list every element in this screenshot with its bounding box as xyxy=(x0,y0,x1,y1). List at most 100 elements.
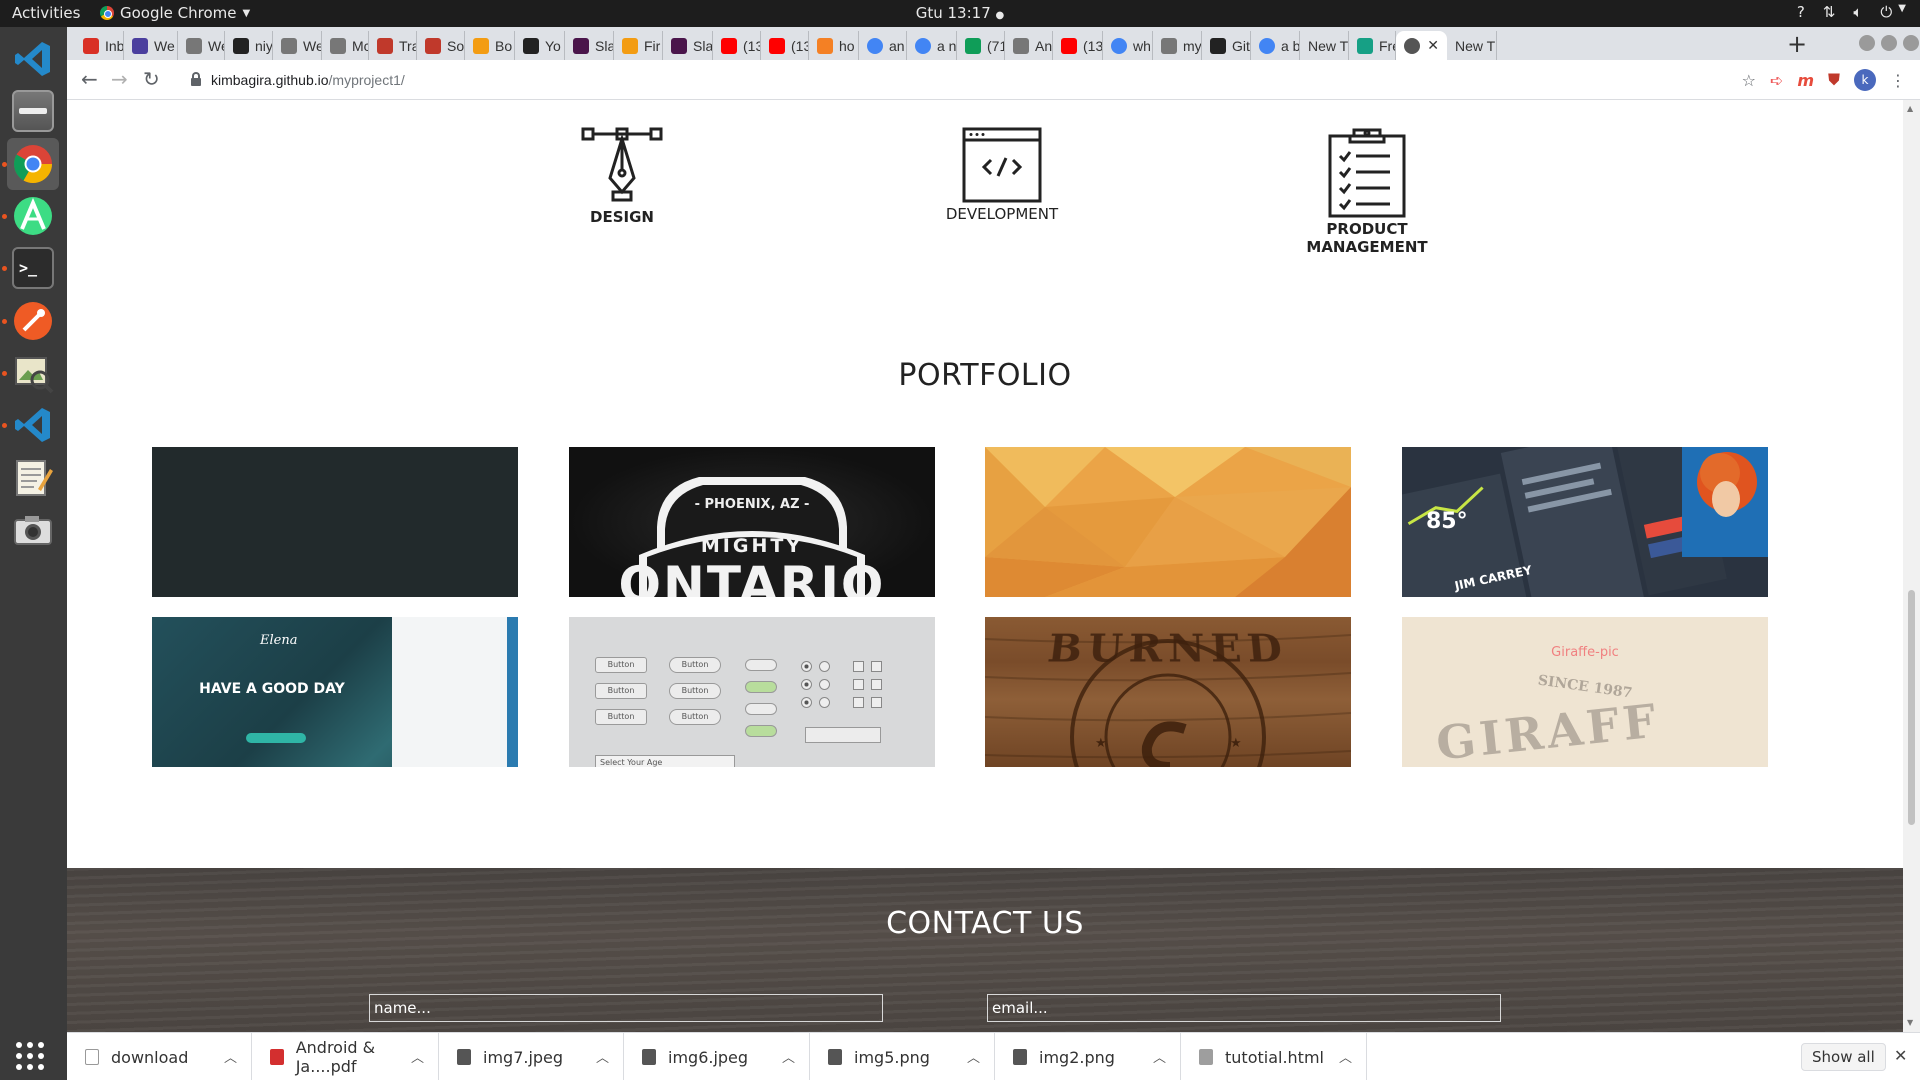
tab[interactable]: We xyxy=(178,31,225,60)
portfolio-tile-orange-polygon[interactable] xyxy=(985,447,1351,597)
portfolio-tile-ui-kit[interactable]: Button Button Button Button Button Button Sele… xyxy=(569,617,935,767)
tab-active[interactable]: ✕ xyxy=(1396,31,1447,60)
tab-label: Inb xyxy=(105,37,124,54)
download-item[interactable]: img6.jpeg ︿ xyxy=(624,1033,810,1080)
forward-button[interactable]: → xyxy=(111,67,128,91)
activities-button[interactable]: Activities xyxy=(12,4,80,22)
bookmark-star-icon[interactable]: ☆ xyxy=(1742,71,1756,90)
help-icon[interactable]: ? xyxy=(1797,3,1805,21)
portfolio-tile-dashboard-ui[interactable]: 85° JIM CARREY xyxy=(1402,447,1768,597)
tab[interactable]: a b xyxy=(1251,31,1300,60)
minimize-button[interactable] xyxy=(1859,35,1875,51)
tab[interactable]: niy xyxy=(225,31,273,60)
dock-terminal[interactable]: >_ xyxy=(2,242,59,294)
portfolio-tile-elena-template[interactable]: Elena HAVE A GOOD DAY xyxy=(152,617,518,767)
download-item[interactable]: tutotial.html ︿ xyxy=(1181,1033,1367,1080)
portfolio-tile-mighty-ontario[interactable]: - PHOENIX, AZ - MIGHTY ONTARIO xyxy=(569,447,935,597)
caret-down-icon[interactable]: ▼ xyxy=(1898,3,1906,21)
tab[interactable]: New T xyxy=(1447,31,1497,60)
reload-button[interactable]: ↻ xyxy=(143,67,160,91)
tab[interactable]: Inb xyxy=(75,31,124,60)
contact-title: CONTACT US xyxy=(886,906,1084,941)
new-tab-button[interactable]: + xyxy=(1787,30,1807,58)
network-icon[interactable]: ⇅ xyxy=(1823,3,1836,21)
tab[interactable]: Sla xyxy=(565,31,614,60)
tab[interactable]: (13 xyxy=(713,31,761,60)
download-item[interactable]: img5.png ︿ xyxy=(810,1033,995,1080)
tab[interactable]: ho xyxy=(809,31,859,60)
profile-avatar[interactable]: k xyxy=(1854,69,1876,91)
tab[interactable]: (71 xyxy=(957,31,1005,60)
youtube-icon xyxy=(769,37,785,54)
tab[interactable]: my xyxy=(1153,31,1202,60)
show-applications-button[interactable] xyxy=(15,1041,45,1075)
dock-screenshot[interactable] xyxy=(7,504,59,556)
chevron-up-icon[interactable]: ︿ xyxy=(411,1047,424,1066)
tab[interactable]: Fir xyxy=(614,31,663,60)
dock-text-editor[interactable] xyxy=(7,452,59,504)
name-field[interactable] xyxy=(369,994,883,1022)
image-file-icon xyxy=(1013,1049,1027,1065)
tab[interactable]: Tra xyxy=(369,31,417,60)
tab[interactable]: New T xyxy=(1300,31,1349,60)
app-menu[interactable]: Google Chrome ▼ xyxy=(100,4,250,22)
svg-text:★: ★ xyxy=(1230,736,1242,751)
tab[interactable]: Sla xyxy=(663,31,713,60)
google-icon xyxy=(1259,37,1275,54)
close-icon[interactable]: ✕ xyxy=(1894,1046,1907,1065)
download-item[interactable]: img7.jpeg ︿ xyxy=(439,1033,624,1080)
scroll-down-arrow-icon[interactable]: ▼ xyxy=(1907,1018,1913,1027)
show-all-button[interactable]: Show all xyxy=(1801,1043,1886,1071)
tab[interactable]: (13 xyxy=(761,31,809,60)
tab[interactable]: Fre xyxy=(1349,31,1396,60)
download-item[interactable]: download ︿ xyxy=(67,1033,252,1080)
chrome-menu-icon[interactable]: ⋮ xyxy=(1890,71,1906,90)
download-item[interactable]: img2.png ︿ xyxy=(995,1033,1181,1080)
ublock-shield-icon[interactable]: ⛊ xyxy=(1828,70,1840,90)
tab[interactable]: Bo xyxy=(465,31,515,60)
close-tab-icon[interactable]: ✕ xyxy=(1427,37,1439,54)
tab[interactable]: Git xyxy=(1202,31,1251,60)
download-item[interactable]: Android & Ja....pdf ︿ xyxy=(252,1033,439,1080)
maximize-button[interactable] xyxy=(1881,35,1897,51)
dock-vscode-2[interactable] xyxy=(2,399,59,451)
power-icon[interactable]: ⏻ xyxy=(1880,3,1892,21)
tab[interactable]: We xyxy=(124,31,178,60)
portfolio-tile-giraffe[interactable]: Giraffe-pic SINCE 1987 GIRAFF xyxy=(1402,617,1768,767)
email-field[interactable] xyxy=(987,994,1501,1022)
chevron-up-icon[interactable]: ︿ xyxy=(967,1047,980,1066)
tab[interactable]: (13 xyxy=(1053,31,1103,60)
extension-m-icon[interactable]: m xyxy=(1797,71,1814,90)
address-bar[interactable]: kimbagira.github.io/myproject1/ xyxy=(177,65,1737,95)
tab[interactable]: Sol xyxy=(417,31,465,60)
dock-vscode[interactable] xyxy=(7,33,59,85)
back-button[interactable]: ← xyxy=(81,67,98,91)
chevron-up-icon[interactable]: ︿ xyxy=(1153,1047,1166,1066)
dock-image-viewer[interactable] xyxy=(2,347,59,399)
tab[interactable]: a n xyxy=(907,31,957,60)
window-close-button[interactable] xyxy=(1903,35,1919,51)
tab[interactable]: an xyxy=(859,31,907,60)
extension-arrow-icon[interactable]: ➪ xyxy=(1770,71,1783,90)
dock-postman[interactable] xyxy=(2,295,59,347)
chevron-up-icon[interactable]: ︿ xyxy=(596,1047,609,1066)
chevron-up-icon[interactable]: ︿ xyxy=(782,1047,795,1066)
portfolio-tile-burned-wood[interactable]: ★ ★ BURNED xyxy=(985,617,1351,767)
dock-android-studio[interactable] xyxy=(2,190,59,242)
portfolio-tile-dark[interactable] xyxy=(152,447,518,597)
tab[interactable]: We xyxy=(273,31,322,60)
tab[interactable]: An xyxy=(1005,31,1053,60)
tab[interactable]: Yo xyxy=(515,31,565,60)
tab[interactable]: Mc xyxy=(322,31,369,60)
chevron-up-icon[interactable]: ︿ xyxy=(224,1047,237,1066)
tab[interactable]: wh xyxy=(1103,31,1153,60)
chevron-up-icon[interactable]: ︿ xyxy=(1339,1047,1352,1066)
page-scrollbar[interactable]: ▲ ▼ xyxy=(1903,100,1920,1032)
scroll-up-arrow-icon[interactable]: ▲ xyxy=(1907,104,1913,113)
system-tray[interactable]: ? ⇅ 🔈︎ ⏻ ▼ xyxy=(1797,3,1906,21)
clock[interactable]: Gtu 13:17 ● xyxy=(916,4,1005,22)
dock-files[interactable] xyxy=(7,85,59,137)
dock-chrome[interactable] xyxy=(2,138,59,190)
volume-icon[interactable]: 🔈︎ xyxy=(1853,3,1862,21)
scrollbar-thumb[interactable] xyxy=(1908,590,1915,825)
